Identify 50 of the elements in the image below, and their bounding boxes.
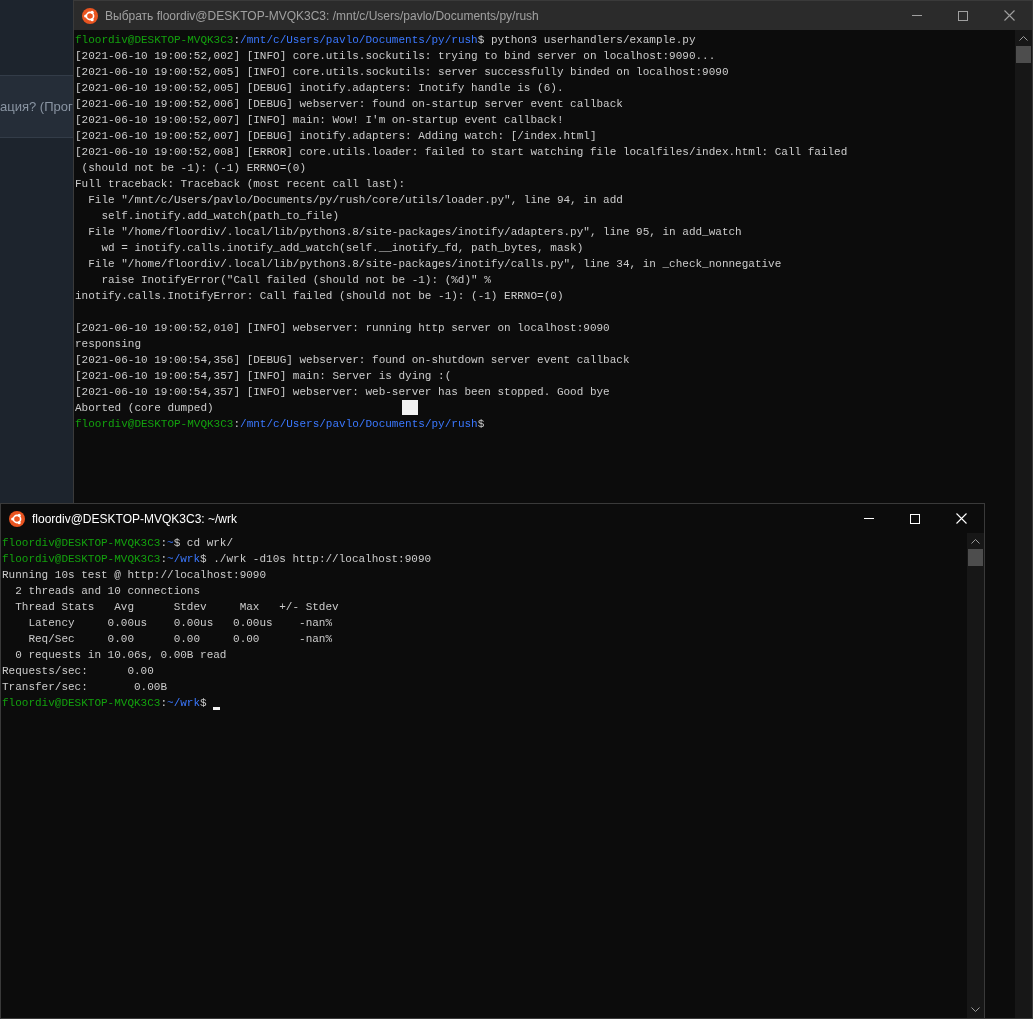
terminal-line: Req/Sec 0.00 0.00 0.00 -nan% bbox=[27, 633, 333, 645]
close-icon bbox=[955, 513, 967, 524]
terminal-line: (should not be -1): (-1) ERRNO=(0) bbox=[80, 162, 307, 174]
terminal-line: Requests/sec: 0.00 bbox=[2, 665, 154, 677]
terminal-line: File "/mnt/c/Users/pavlo/Documents/py/rush/core/utils/loader.py", line 94, in add bbox=[87, 194, 623, 206]
terminal-line: [2021-06-10 19:00:54,357] [INFO] main: Server is dying :( bbox=[75, 370, 452, 382]
terminal-line: Aborted (core dumped) bbox=[75, 402, 214, 414]
minimize-icon bbox=[864, 518, 874, 519]
terminal-line: Transfer/sec: 0.00B bbox=[2, 681, 168, 693]
terminal-line: [2021-06-10 19:00:52,010] [INFO] webserver: running http server on localhost:9090 bbox=[75, 322, 610, 334]
terminal-line: Thread Stats Avg Stdev Max +/- Stdev bbox=[14, 601, 339, 613]
terminal-line: Latency 0.00us 0.00us 0.00us -nan% bbox=[27, 617, 333, 629]
terminal-line: wd = inotify.calls.inotify_add_watch(self.__inotify_fd, path_bytes, mask) bbox=[100, 242, 584, 254]
background-text: ация? (Прог bbox=[0, 97, 73, 116]
prompt-line: floordiv@DESKTOP-MVQK3C3:~/wrk$ ./wrk -d10s http://localhost:9090 bbox=[2, 553, 432, 565]
terminal-line: Full traceback: Traceback (most recent call last): bbox=[75, 178, 406, 190]
prompt-line: floordiv@DESKTOP-MVQK3C3:/mnt/c/Users/pavlo/Documents/py/rush$ bbox=[75, 418, 485, 430]
terminal-line: [2021-06-10 19:00:52,007] [DEBUG] inotify.adapters: Adding watch: [/index.html] bbox=[75, 130, 597, 142]
terminal-line: Running 10s test @ http://localhost:9090 bbox=[2, 569, 267, 581]
terminal-line: 2 threads and 10 connections bbox=[14, 585, 201, 597]
terminal-line: File "/home/floordiv/.local/lib/python3.8/site-packages/inotify/calls.py", line 34, in _check_nonnegative bbox=[87, 258, 782, 270]
terminal-line: [2021-06-10 19:00:54,356] [DEBUG] webserver: found on-shutdown server event callback bbox=[75, 354, 630, 366]
scrollbar[interactable] bbox=[967, 533, 984, 1018]
scrollbar-thumb[interactable] bbox=[1016, 46, 1031, 63]
terminal-line: raise InotifyError("Call failed (should not be -1): (%d)" % bbox=[100, 274, 491, 286]
terminal-line: 0 requests in 10.06s, 0.00B read bbox=[14, 649, 227, 661]
terminal-line: [2021-06-10 19:00:52,002] [INFO] core.utils.sockutils: trying to bind server on localhost:9090... bbox=[75, 50, 716, 62]
terminal-line: [2021-06-10 19:00:52,005] [DEBUG] inotify.adapters: Inotify handle is (6). bbox=[75, 82, 564, 94]
terminal-line: [2021-06-10 19:00:52,005] [INFO] core.utils.sockutils: server successfully binded on localhost:9090 bbox=[75, 66, 729, 78]
terminal-line: [2021-06-10 19:00:52,007] [INFO] main: Wow! I'm on-startup event callback! bbox=[75, 114, 564, 126]
prompt-line: floordiv@DESKTOP-MVQK3C3:/mnt/c/Users/pavlo/Documents/py/rush$ python3 userhandlers/example.py bbox=[75, 34, 696, 46]
minimize-icon bbox=[912, 15, 922, 16]
maximize-icon bbox=[910, 513, 920, 524]
terminal-line: File "/home/floordiv/.local/lib/python3.8/site-packages/inotify/adapters.py", line 95, in add_watch bbox=[87, 226, 742, 238]
terminal-line: self.inotify.add_watch(path_to_file) bbox=[100, 210, 340, 222]
terminal-line: responsing bbox=[75, 338, 141, 350]
terminal-line: inotify.calls.InotifyError: Call failed (should not be -1): (-1) ERRNO=(0) bbox=[75, 290, 564, 302]
window-title: Выбрать floordiv@DESKTOP-MVQK3C3: /mnt/c/Users/pavlo/Documents/py/rush bbox=[105, 7, 539, 25]
terminal-line: [2021-06-10 19:00:52,006] [DEBUG] webserver: found on-startup server event callback bbox=[75, 98, 623, 110]
ubuntu-logo-icon bbox=[9, 510, 25, 527]
terminal-line: [2021-06-10 19:00:52,008] [ERROR] core.utils.loader: failed to start watching file localfiles/index.html: Call failed bbox=[75, 146, 848, 158]
terminal-line: [2021-06-10 19:00:54,357] [INFO] webserver: web-server has been stopped. Good bye bbox=[75, 386, 610, 398]
close-icon bbox=[1003, 10, 1015, 21]
prompt-line: floordiv@DESKTOP-MVQK3C3:~/wrk$ bbox=[2, 697, 208, 709]
maximize-icon bbox=[958, 10, 968, 21]
prompt-line: floordiv@DESKTOP-MVQK3C3:~$ cd wrk/ bbox=[2, 537, 234, 549]
window-title: floordiv@DESKTOP-MVQK3C3: ~/wrk bbox=[32, 510, 237, 528]
scrollbar-thumb[interactable] bbox=[968, 549, 983, 566]
ubuntu-logo-icon bbox=[82, 7, 98, 24]
scrollbar[interactable] bbox=[1015, 30, 1032, 1018]
